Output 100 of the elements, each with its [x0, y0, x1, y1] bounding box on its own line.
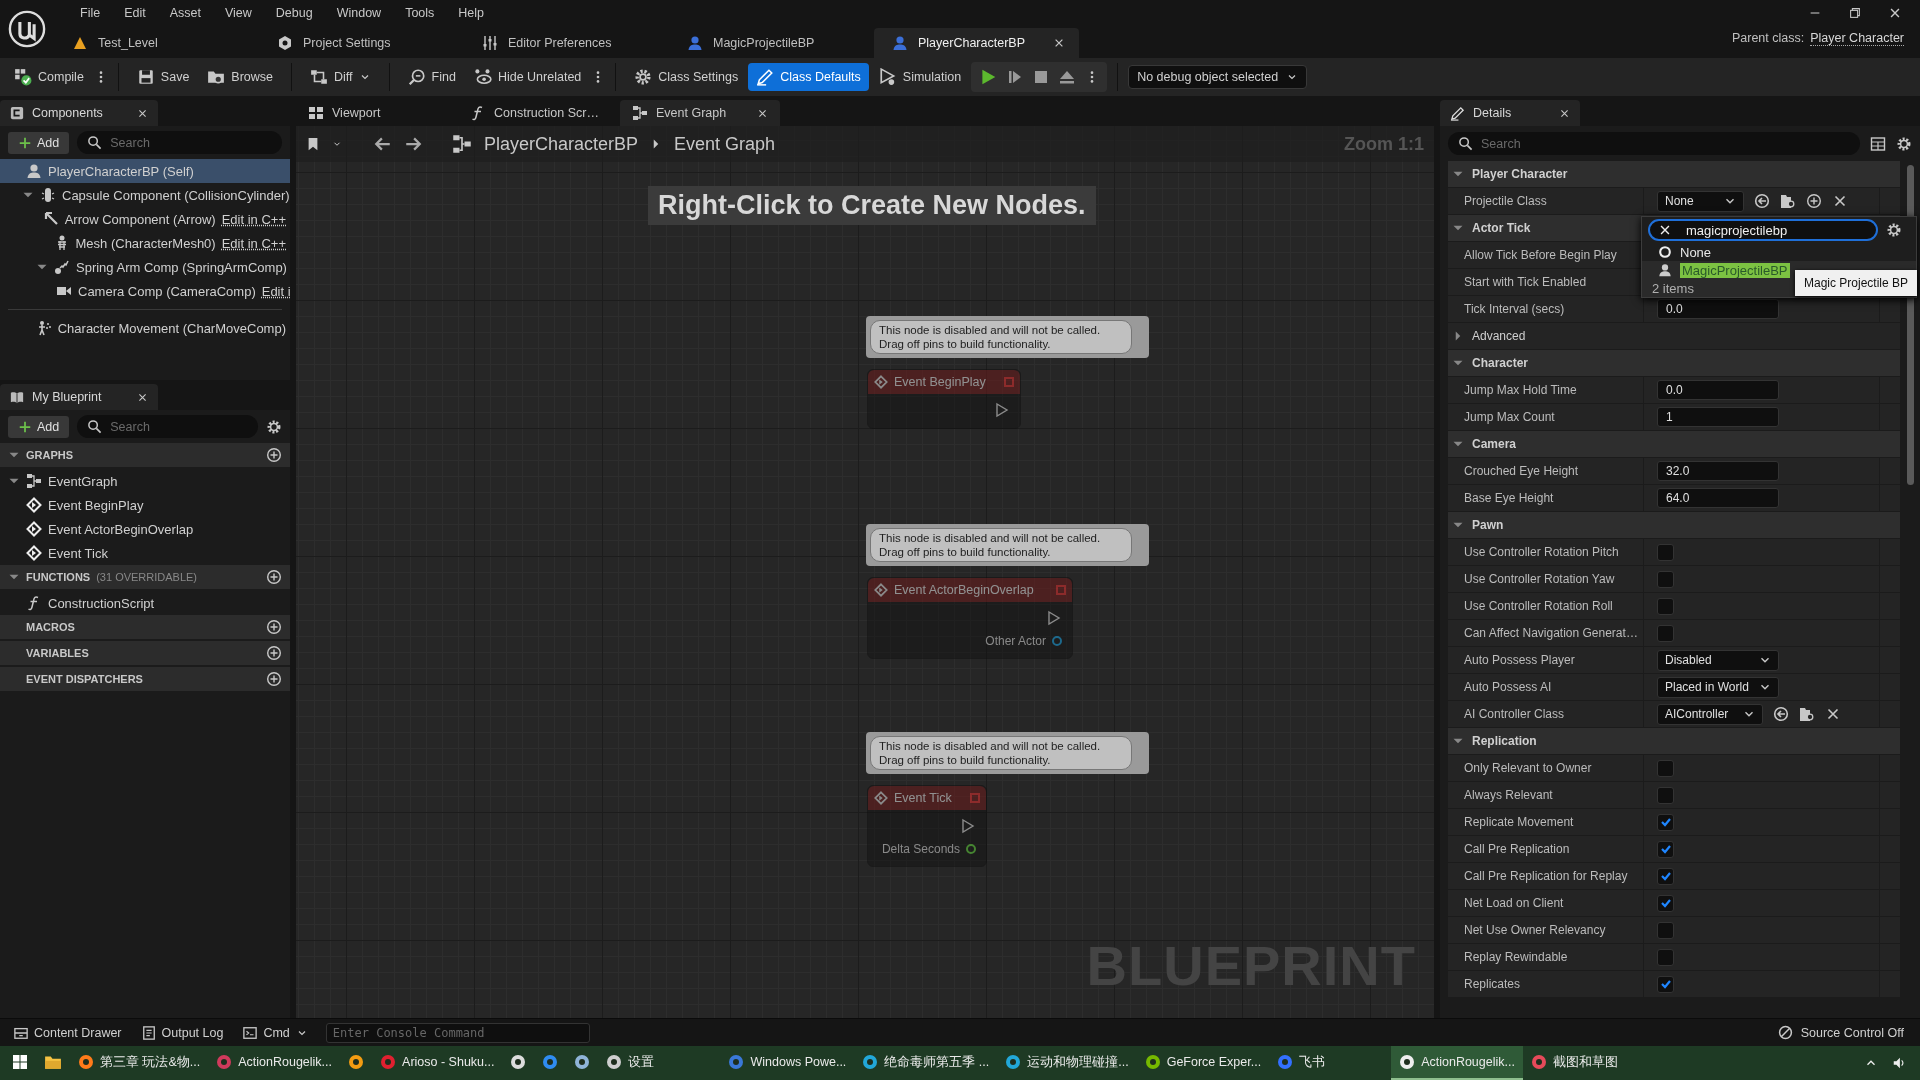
checkbox[interactable] — [1657, 867, 1674, 885]
parent-class-link[interactable]: Player Character — [1810, 30, 1904, 46]
checkbox[interactable] — [1657, 894, 1674, 912]
category-header[interactable]: Advanced — [1448, 323, 1900, 350]
app-icon[interactable] — [348, 1054, 365, 1070]
category-header[interactable]: Player Character — [1448, 161, 1900, 188]
graph-item[interactable]: ConstructionScript — [0, 591, 290, 615]
app-icon[interactable] — [78, 1054, 94, 1070]
document-tab[interactable]: Test_Level — [54, 28, 259, 58]
taskbar-app[interactable]: ActionRougelik... — [208, 1046, 341, 1080]
class-dropdown[interactable]: None — [1657, 190, 1744, 212]
edit-in-cpp-link[interactable]: Edit in C++ — [221, 235, 286, 251]
component-row[interactable]: PlayerCharacterBP (Self) — [0, 159, 290, 183]
checkbox[interactable] — [1657, 570, 1674, 588]
checkbox[interactable] — [1657, 948, 1674, 966]
dropdown[interactable]: Placed in World — [1657, 676, 1779, 698]
component-row[interactable]: Arrow Component (Arrow) Edit in C++ — [0, 207, 290, 231]
app-icon[interactable] — [862, 1054, 879, 1070]
menu-item[interactable]: File — [70, 4, 111, 22]
component-row[interactable]: Spring Arm Comp (SpringArmComp) — [0, 255, 290, 279]
component-row[interactable]: Capsule Component (CollisionCylinder) — [0, 183, 290, 207]
breadcrumb-item[interactable]: PlayerCharacterBP — [484, 133, 639, 155]
checkbox[interactable] — [1657, 597, 1674, 615]
graph-item[interactable]: Event BeginPlay — [0, 493, 290, 517]
taskbar-app[interactable]: 截图和草图 — [1522, 1046, 1645, 1080]
toolbar-button[interactable]: Save — [128, 63, 198, 91]
taskbar-app[interactable]: 运动和物理碰撞... — [997, 1046, 1137, 1080]
taskbar-app[interactable]: Windows Powe... — [720, 1046, 855, 1080]
status-bar-button[interactable]: Content Drawer — [6, 1022, 130, 1043]
category-header[interactable]: Pawn — [1448, 512, 1900, 539]
component-row[interactable]: Mesh (CharacterMesh0) Edit in C++ — [0, 231, 290, 255]
checkbox[interactable] — [1657, 543, 1674, 561]
editor-tab[interactable]: Viewport — [296, 100, 456, 126]
menu-item[interactable]: Window — [326, 4, 392, 22]
toolbar-button[interactable]: Class Defaults — [748, 63, 869, 91]
graph-item[interactable]: EventGraph — [0, 469, 290, 493]
class-dropdown[interactable]: AIController — [1657, 703, 1763, 725]
debug-object-dropdown[interactable]: No debug object selected — [1128, 65, 1308, 89]
menu-item[interactable]: Asset — [159, 4, 211, 22]
panel-tab[interactable]: Components — [0, 100, 158, 126]
section-header[interactable]: FUNCTIONS (31 OVERRIDABLE) — [0, 565, 290, 589]
picker-option[interactable]: None — [1642, 243, 1916, 261]
document-tab[interactable]: Project Settings — [259, 28, 464, 58]
category-header[interactable]: Camera — [1448, 431, 1900, 458]
picker-search-field[interactable]: magicprojectilebp — [1648, 219, 1878, 241]
toolbar-button[interactable]: Find — [399, 63, 464, 91]
section-header[interactable]: EVENT DISPATCHERS — [0, 667, 290, 691]
checkbox[interactable] — [1657, 786, 1674, 804]
toolbar-button[interactable]: Simulation — [870, 63, 970, 91]
menu-item[interactable]: Tools — [395, 4, 445, 22]
add-button[interactable]: Add — [8, 415, 70, 438]
document-tab[interactable]: PlayerCharacterBP — [874, 28, 1079, 58]
editor-tab[interactable]: Event Graph — [620, 100, 780, 126]
source-control-button[interactable]: Source Control Off — [1767, 1025, 1914, 1040]
app-icon[interactable] — [1005, 1054, 1022, 1070]
toolbar-button[interactable]: Compile — [6, 63, 92, 91]
section-header[interactable]: GRAPHS — [0, 443, 290, 467]
checkbox[interactable] — [1657, 759, 1674, 777]
toolbar-button[interactable]: Diff — [302, 63, 379, 91]
menu-item[interactable]: Help — [448, 4, 495, 22]
taskbar-app[interactable]: 设置 — [598, 1046, 721, 1080]
toolbar-button[interactable]: Browse — [199, 63, 282, 91]
search-field[interactable]: Search — [1448, 132, 1860, 155]
status-bar-button[interactable]: Cmd — [235, 1022, 316, 1043]
document-tab[interactable]: Editor Preferences — [464, 28, 669, 58]
section-header[interactable]: MACROS — [0, 615, 290, 639]
app-icon[interactable] — [1144, 1054, 1161, 1070]
checkbox[interactable] — [1657, 813, 1674, 831]
component-row[interactable]: Character Movement (CharMoveComp) — [0, 316, 290, 340]
app-icon[interactable] — [510, 1054, 527, 1070]
number-field[interactable]: 0.0 — [1657, 380, 1779, 400]
menu-item[interactable]: Debug — [265, 4, 323, 22]
taskbar-app[interactable]: 飞书 — [1269, 1046, 1392, 1080]
breadcrumb-item[interactable]: Event Graph — [674, 133, 776, 155]
toolbar-button[interactable]: Class Settings — [626, 63, 747, 91]
number-field[interactable]: 0.0 — [1657, 299, 1779, 319]
number-field[interactable]: 32.0 — [1657, 461, 1779, 481]
search-field[interactable]: Search — [77, 415, 258, 438]
category-header[interactable]: Character — [1448, 350, 1900, 377]
document-tab[interactable]: MagicProjectileBP — [669, 28, 874, 58]
menu-item[interactable]: Edit — [114, 4, 156, 22]
checkbox[interactable] — [1657, 624, 1674, 642]
panel-tab[interactable]: Details — [1440, 100, 1580, 126]
graph-canvas[interactable] — [296, 126, 1434, 1018]
add-button[interactable]: Add — [8, 131, 70, 154]
search-field[interactable]: Search — [77, 131, 282, 154]
status-bar-button[interactable]: Output Log — [133, 1022, 232, 1043]
component-row[interactable]: Camera Comp (CameraComp) Edit i — [0, 279, 290, 303]
graph-item[interactable]: Event ActorBeginOverlap — [0, 517, 290, 541]
app-icon[interactable] — [606, 1054, 623, 1070]
taskbar-app[interactable]: 第三章 玩法&物... — [70, 1046, 209, 1080]
taskbar-app[interactable]: GeForce Exper... — [1136, 1046, 1270, 1080]
edit-in-cpp-link[interactable]: Edit i — [261, 283, 291, 299]
editor-tab[interactable]: Construction Scr… — [458, 100, 618, 126]
number-field[interactable]: 1 — [1657, 407, 1779, 427]
category-header[interactable]: Replication — [1448, 728, 1900, 755]
app-icon[interactable] — [574, 1054, 591, 1070]
panel-tab[interactable]: My Blueprint — [0, 384, 158, 410]
toolbar-button[interactable]: Hide Unrelated — [465, 63, 590, 91]
app-icon[interactable] — [1399, 1054, 1416, 1070]
